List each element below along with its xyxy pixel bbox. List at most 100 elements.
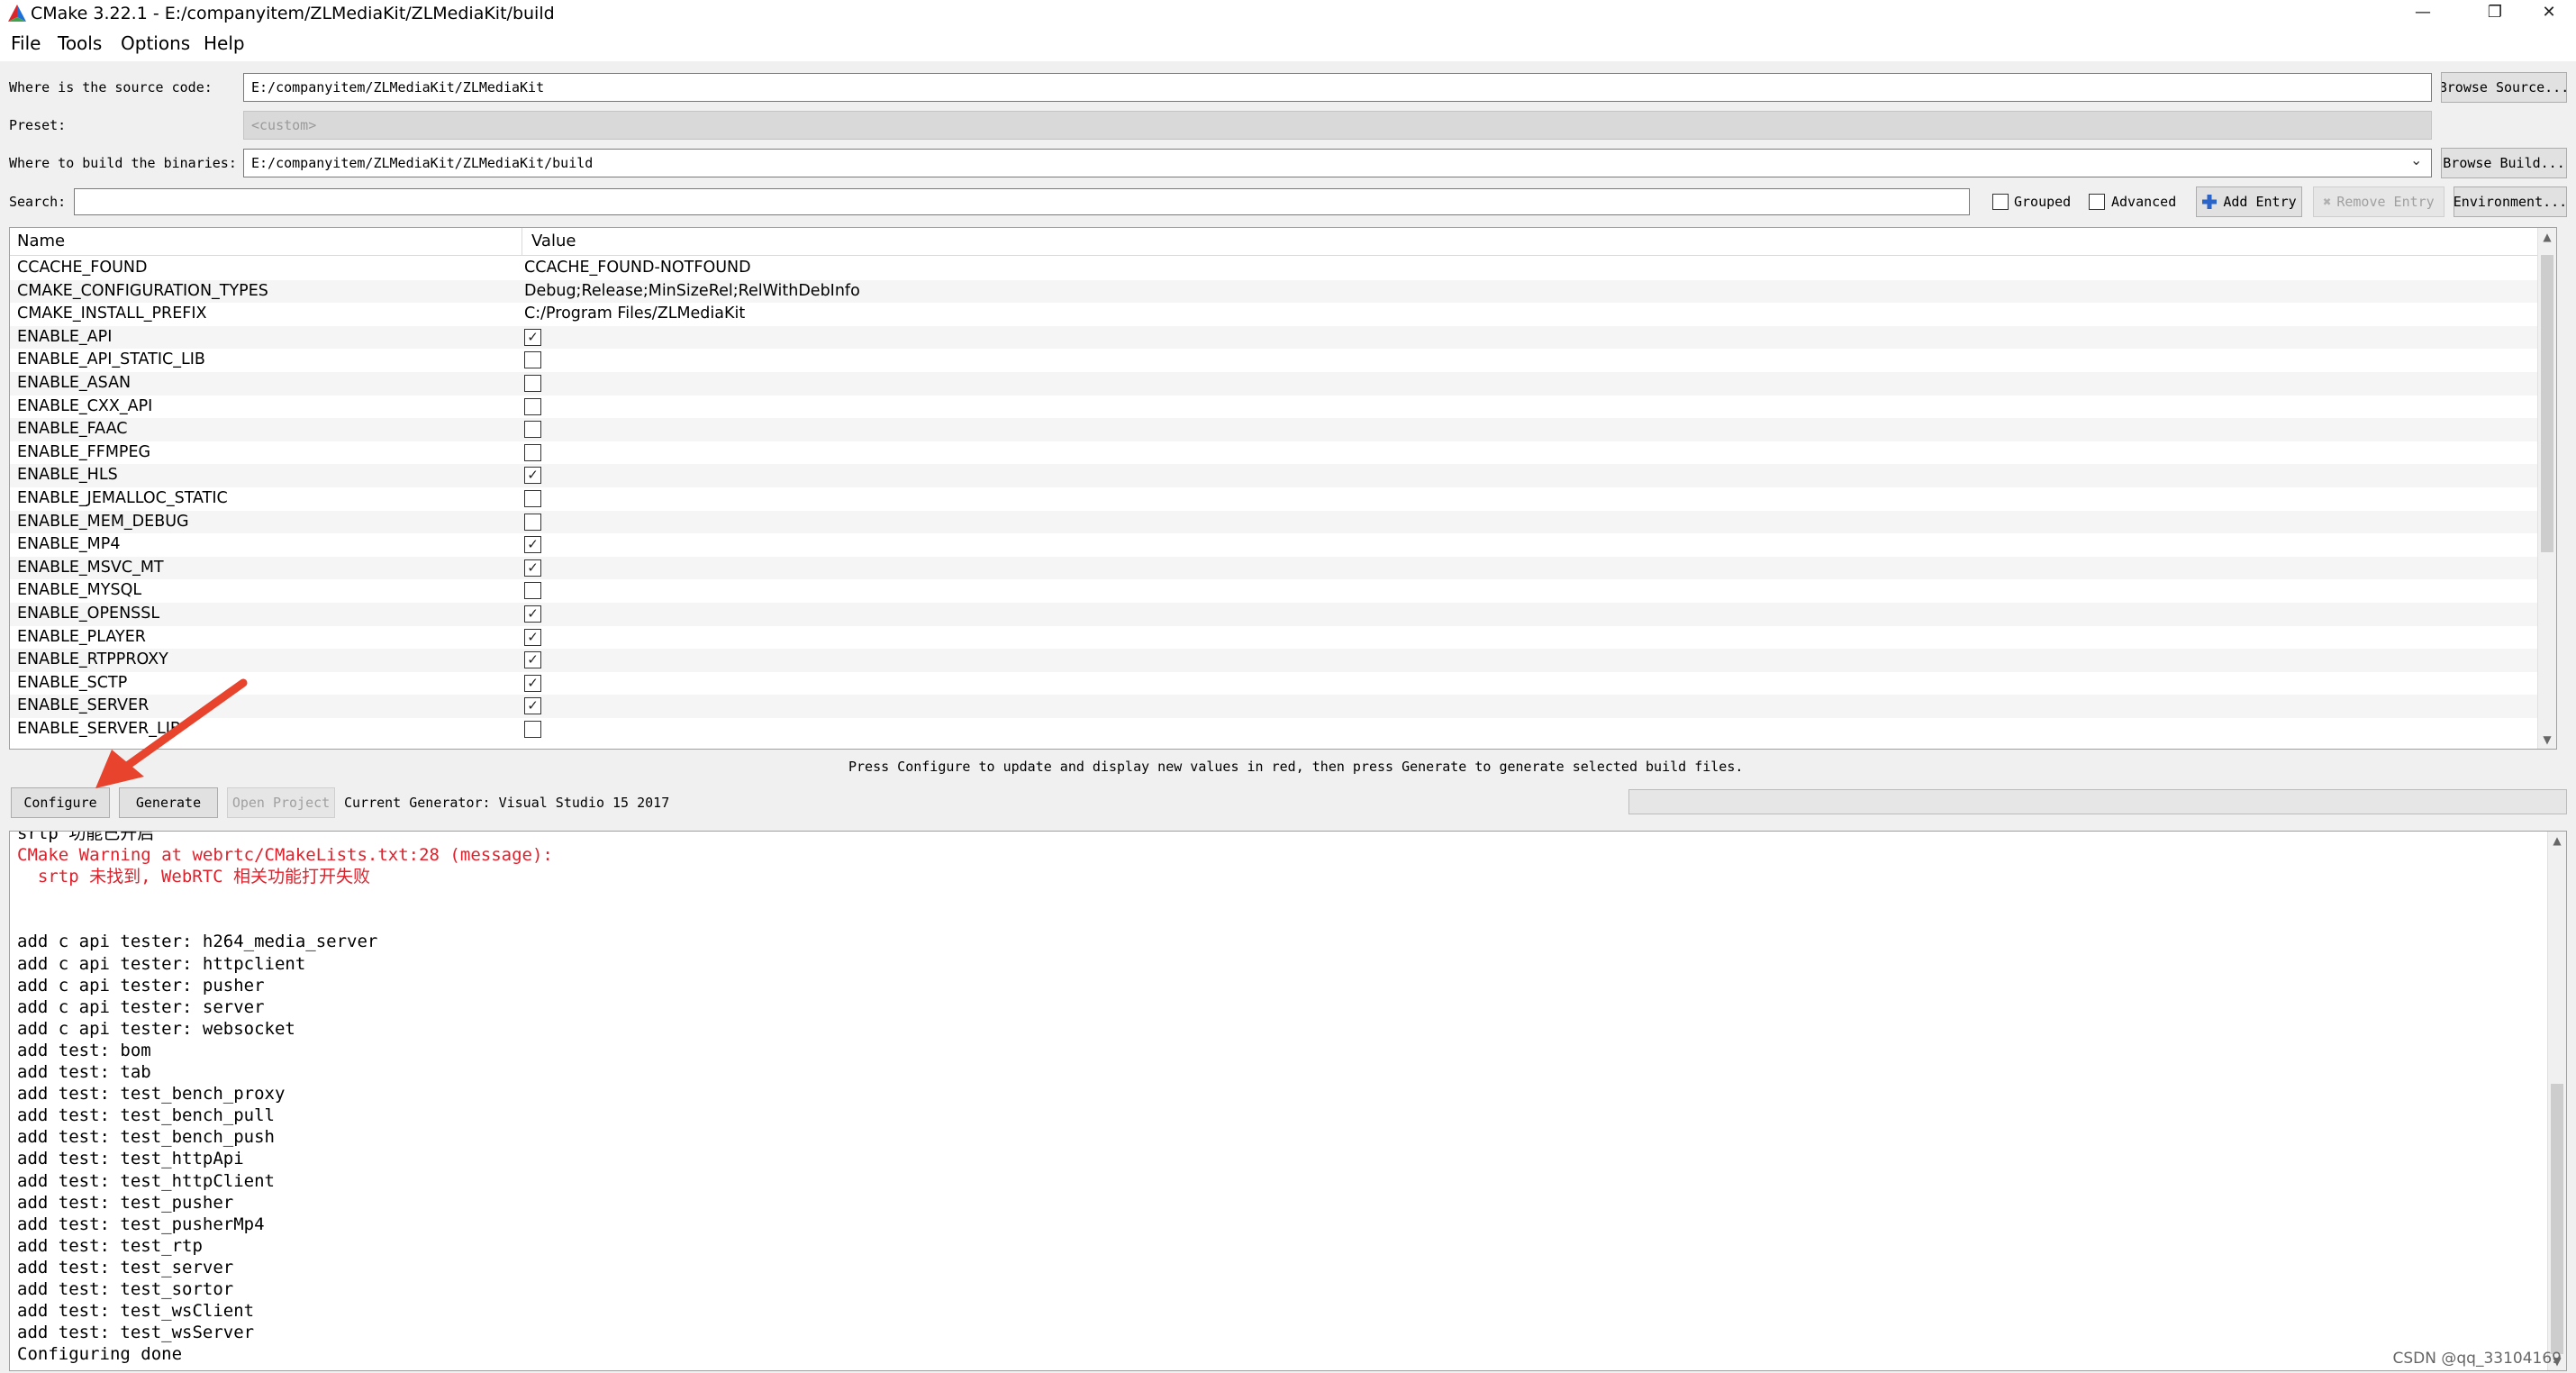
unchecked-checkbox-icon[interactable] [524,443,541,461]
menu-options[interactable]: Options [119,31,192,56]
row-name: ENABLE_OPENSSL [17,604,160,623]
grouped-checkbox[interactable] [1992,194,2009,210]
search-label: Search: [9,194,67,210]
checked-checkbox-icon[interactable]: ✓ [524,536,541,554]
unchecked-checkbox-icon[interactable] [524,351,541,369]
log-line: srtp 功能已开启 [17,831,155,843]
log-line: add test: test_httpClient [17,1170,275,1191]
window-title: CMake 3.22.1 - E:/companyitem/ZLMediaKit… [31,4,555,23]
remove-icon: ✖ [2323,194,2332,210]
table-row[interactable]: ENABLE_CXX_API [10,396,2539,419]
restore-button[interactable]: ❐ [2468,0,2522,27]
table-row[interactable]: ENABLE_SERVER ✓ [10,695,2539,718]
chevron-down-icon[interactable]: ⌄ [2410,151,2422,168]
table-row[interactable]: ENABLE_SERVER_LIB [10,718,2539,741]
table-row[interactable]: CMAKE_CONFIGURATION_TYPES Debug;Release;M… [10,279,2539,304]
log-line: add c api tester: h264_media_server [17,932,378,952]
log-line: add test: test_bench_push [17,1127,275,1148]
log-line: add test: test_pusherMp4 [17,1214,265,1234]
close-button[interactable]: ✕ [2522,0,2576,27]
row-value[interactable]: C:/Program Files/ZLMediaKit [524,303,745,326]
row-value[interactable]: CCACHE_FOUND-NOTFOUND [524,257,751,280]
row-name: ENABLE_MYSQL [17,581,142,600]
output-scrollbar-thumb[interactable] [2551,1084,2563,1354]
unchecked-checkbox-icon[interactable] [524,374,541,392]
red-arrow-annotation-icon [95,678,248,788]
output-scrollbar[interactable]: ▲ ▼ [2547,832,2566,1370]
column-header-name[interactable]: Name [10,228,522,255]
table-row[interactable]: ENABLE_MSVC_MT ✓ [10,556,2539,580]
unchecked-checkbox-icon[interactable] [524,421,541,439]
table-row[interactable]: ENABLE_MYSQL [10,579,2539,603]
unchecked-checkbox-icon[interactable] [524,582,541,600]
progress-bar [1628,789,2567,814]
cache-table[interactable]: Name Value CCACHE_FOUND CCACHE_FOUND-NOTF… [9,227,2557,750]
menu-file[interactable]: File [9,31,42,56]
table-scrollbar[interactable]: ▲ ▼ [2537,228,2556,749]
log-line: add c api tester: httpclient [17,953,306,974]
remove-entry-button: ✖ Remove Entry [2313,186,2444,217]
table-row[interactable]: ENABLE_API_STATIC_LIB [10,349,2539,372]
hint-text: Press Configure to update and display ne… [848,759,1744,775]
log-line: Configuring done [17,1344,183,1365]
current-generator: Current Generator: Visual Studio 15 2017 [344,795,670,811]
table-row[interactable]: ENABLE_FFMPEG [10,441,2539,465]
scrollbar-thumb[interactable] [2541,255,2553,552]
checked-checkbox-icon[interactable]: ✓ [524,697,541,715]
log-line: add test: test_pusher [17,1192,234,1213]
checked-checkbox-icon[interactable]: ✓ [524,559,541,577]
menu-help[interactable]: Help [202,31,247,56]
minimize-button[interactable]: — [2396,0,2450,27]
output-scroll-up-icon[interactable]: ▲ [2548,832,2566,850]
checked-checkbox-icon[interactable]: ✓ [524,605,541,623]
log-line: add test: bom [17,1040,151,1060]
add-entry-label: Add Entry [2223,194,2297,210]
output-log[interactable]: srtp 功能已开启 CMake Warning at webrtc/CMakeL… [9,831,2567,1371]
table-row[interactable]: ENABLE_MEM_DEBUG [10,510,2539,534]
log-line: add test: test_server [17,1257,234,1278]
log-line: add test: test_wsClient [17,1301,255,1322]
row-name: ENABLE_API [17,327,113,346]
scroll-down-icon[interactable]: ▼ [2538,731,2556,749]
table-row[interactable]: CMAKE_INSTALL_PREFIX C:/Program Files/ZLM… [10,303,2539,326]
title-bar: CMake 3.22.1 - E:/companyitem/ZLMediaKit… [0,0,2576,27]
log-line: add test: test_wsServer [17,1323,255,1343]
table-row[interactable]: ENABLE_PLAYER ✓ [10,626,2539,650]
scroll-up-icon[interactable]: ▲ [2538,228,2556,246]
table-row[interactable]: ENABLE_SCTP ✓ [10,672,2539,696]
table-row[interactable]: ENABLE_API ✓ [10,325,2539,350]
checked-checkbox-icon[interactable]: ✓ [524,651,541,669]
menu-tools[interactable]: Tools [56,31,104,56]
table-row[interactable]: ENABLE_HLS ✓ [10,464,2539,487]
table-row[interactable]: ENABLE_ASAN [10,371,2539,396]
unchecked-checkbox-icon[interactable] [524,489,541,507]
build-path-input[interactable]: E:/companyitem/ZLMediaKit/ZLMediaKit/bui… [243,149,2432,177]
table-row[interactable]: ENABLE_JEMALLOC_STATIC [10,487,2539,511]
table-row[interactable]: CCACHE_FOUND CCACHE_FOUND-NOTFOUND [10,257,2539,280]
checked-checkbox-icon[interactable]: ✓ [524,467,541,485]
add-entry-button[interactable]: Add Entry [2196,186,2302,217]
browse-build-button[interactable]: Browse Build... [2441,148,2567,178]
row-name: ENABLE_JEMALLOC_STATIC [17,488,228,507]
table-row[interactable]: ENABLE_FAAC [10,418,2539,441]
unchecked-checkbox-icon[interactable] [524,720,541,738]
warning-line: CMake Warning at webrtc/CMakeLists.txt:2… [17,845,553,866]
checked-checkbox-icon[interactable]: ✓ [524,674,541,692]
source-path-input[interactable]: E:/companyitem/ZLMediaKit/ZLMediaKit [243,73,2432,102]
checked-checkbox-icon[interactable]: ✓ [524,628,541,646]
table-row[interactable]: ENABLE_RTPPROXY ✓ [10,649,2539,672]
checked-checkbox-icon[interactable]: ✓ [524,328,541,346]
row-value[interactable]: Debug;Release;MinSizeRel;RelWithDebInfo [524,280,860,304]
table-row[interactable]: ENABLE_MP4 ✓ [10,533,2539,557]
table-row[interactable]: ENABLE_OPENSSL ✓ [10,602,2539,626]
browse-source-button[interactable]: Browse Source... [2441,72,2567,103]
unchecked-checkbox-icon[interactable] [524,513,541,531]
column-header-value[interactable]: Value [524,228,576,255]
advanced-checkbox[interactable] [2089,194,2105,210]
row-name: ENABLE_MEM_DEBUG [17,512,189,531]
unchecked-checkbox-icon[interactable] [524,397,541,415]
log-line: add test: test_bench_proxy [17,1084,286,1105]
search-input[interactable] [74,188,1970,215]
row-name: ENABLE_MSVC_MT [17,558,164,577]
environment-button[interactable]: Environment... [2454,186,2567,217]
